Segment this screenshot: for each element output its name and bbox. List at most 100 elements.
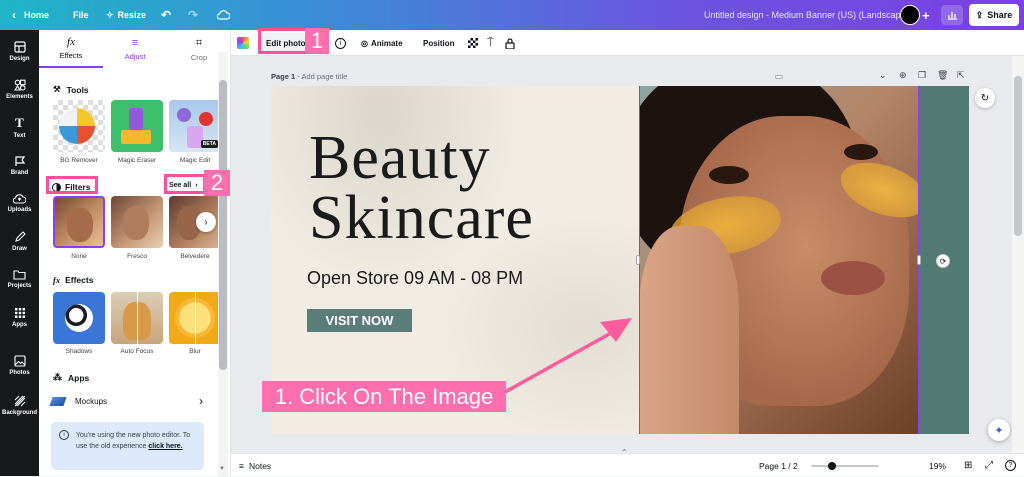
info-icon[interactable]: i — [335, 30, 346, 56]
chevron-left-icon: ‹ — [12, 8, 16, 22]
tool-magic-eraser[interactable] — [111, 100, 163, 152]
zoom-slider[interactable] — [811, 454, 879, 477]
rail-item-projects[interactable]: Projects — [0, 260, 39, 298]
redo-icon[interactable]: ↷ — [188, 0, 198, 30]
page-indicator[interactable]: Page 1 / 2 — [759, 454, 798, 477]
magic-assistant-icon[interactable]: ✦ — [988, 419, 1010, 441]
file-menu-button[interactable]: File — [73, 0, 89, 30]
collapse-page-icon[interactable]: ⌄ — [879, 70, 887, 81]
paint-roller-icon[interactable]: ⍑ — [487, 30, 494, 56]
scrollbar-thumb[interactable] — [219, 80, 227, 370]
tab-adjust[interactable]: ≡ Adjust — [103, 30, 167, 68]
selection-handle-top[interactable] — [775, 75, 783, 79]
add-page-icon[interactable]: ⇱ — [957, 70, 965, 81]
zoom-slider-knob[interactable] — [827, 461, 836, 470]
effect-blur[interactable] — [169, 292, 221, 344]
rail-item-design[interactable]: Design — [0, 32, 39, 70]
home-button[interactable]: ‹ Home — [12, 0, 49, 30]
see-all-highlight — [164, 174, 206, 194]
filter-label: Belvedere — [180, 253, 210, 260]
page-title-input[interactable]: - Add page title — [297, 72, 347, 81]
file-label: File — [73, 10, 89, 20]
tool-bg-remover[interactable] — [53, 100, 105, 152]
filter-belvedere[interactable]: › — [169, 196, 221, 248]
scroll-down-arrow-icon[interactable]: ▼ — [219, 466, 225, 472]
resize-button[interactable]: ✧ Resize — [106, 0, 146, 30]
rail-item-apps[interactable]: Apps — [0, 298, 39, 336]
tab-effects[interactable]: fx Effects — [39, 30, 103, 68]
effect-label: Auto Focus — [120, 348, 154, 355]
rail-item-brand[interactable]: Brand — [0, 146, 39, 184]
add-collaborator-icon[interactable]: + — [922, 0, 930, 30]
refresh-icon[interactable]: ↻ — [975, 88, 995, 108]
app-mockups[interactable]: Mockups › — [49, 392, 203, 410]
delete-page-icon[interactable]: 🗑 — [937, 70, 948, 81]
rail-label: Elements — [6, 93, 33, 100]
insights-icon[interactable] — [941, 5, 963, 25]
rail-item-photos[interactable]: Photos — [0, 346, 39, 384]
background-icon — [14, 395, 25, 406]
rail-item-text[interactable]: T Text — [0, 108, 39, 146]
rotate-handle-icon[interactable]: ⟳ — [936, 254, 950, 268]
grid-view-icon[interactable]: ⊞ — [964, 454, 972, 477]
position-button[interactable]: Position — [423, 30, 455, 56]
animate-button[interactable]: ◎ Animate — [361, 30, 403, 56]
transparency-icon[interactable] — [468, 30, 478, 56]
avatar[interactable] — [900, 0, 920, 30]
filter-none[interactable] — [53, 196, 105, 248]
fullscreen-icon[interactable]: ⤢ — [985, 454, 993, 477]
headline[interactable]: Beauty Skincare — [309, 124, 534, 249]
tool-label: BG Remover — [60, 157, 98, 164]
filter-fresco[interactable] — [111, 196, 163, 248]
old-editor-link[interactable]: click here. — [148, 443, 182, 450]
page-lock-icon[interactable]: ⊕ — [899, 70, 907, 81]
tool-label: Magic Eraser — [117, 157, 157, 164]
rail-label: Photos — [9, 369, 30, 376]
effect-label: Blur — [189, 348, 201, 355]
store-hours[interactable]: Open Store 09 AM - 08 PM — [307, 268, 523, 289]
selection-handle-right[interactable] — [917, 255, 921, 265]
headline-line-1: Beauty — [309, 124, 491, 192]
rail-label: Design — [9, 55, 30, 62]
edit-photo-highlight — [258, 28, 310, 54]
effect-auto-focus[interactable] — [111, 292, 163, 344]
rail-item-draw[interactable]: Draw — [0, 222, 39, 260]
next-arrow-icon[interactable]: › — [196, 212, 216, 232]
rail-item-uploads[interactable]: Uploads — [0, 184, 39, 222]
fx-icon: fx — [67, 36, 75, 48]
effect-shadows[interactable] — [53, 292, 105, 344]
help-icon[interactable]: ? — [1005, 454, 1016, 477]
visit-now-button[interactable]: VISIT NOW — [307, 309, 412, 332]
canvas-scrollbar[interactable] — [1012, 56, 1024, 452]
rail-item-background[interactable]: Background — [0, 386, 39, 424]
color-swatch-icon[interactable] — [237, 30, 249, 56]
beta-badge: BETA — [200, 140, 218, 148]
notes-button[interactable]: ≡ Notes — [239, 454, 271, 477]
zoom-level[interactable]: 19% — [929, 454, 946, 477]
animate-label: Animate — [370, 38, 403, 48]
share-button[interactable]: ⇪ Share — [969, 4, 1019, 26]
cloud-save-icon[interactable] — [217, 0, 230, 30]
panel-scrollbar[interactable]: ▼ — [218, 52, 228, 476]
position-label: Position — [423, 38, 455, 48]
duplicate-page-icon[interactable]: ❐ — [918, 70, 926, 81]
show-pages-chevron-icon[interactable]: ⌃ — [621, 448, 628, 457]
rail-label: Apps — [12, 321, 27, 328]
lock-icon[interactable] — [505, 30, 515, 56]
filters-highlight — [46, 176, 98, 194]
notes-icon: ≡ — [239, 460, 244, 471]
rail-item-elements[interactable]: Elements — [0, 70, 39, 108]
projects-icon — [13, 270, 26, 280]
effects-heading: fx Effects — [53, 275, 93, 285]
design-title[interactable]: Untitled design - Medium Banner (US) (La… — [704, 0, 909, 30]
photos-icon — [13, 354, 26, 367]
undo-icon[interactable]: ↶ — [161, 0, 171, 30]
step-2-badge: 2 — [204, 170, 230, 196]
tool-magic-edit[interactable]: BETA — [169, 100, 221, 152]
chevron-right-icon: › — [199, 394, 203, 408]
text-icon: T — [15, 115, 24, 130]
notes-label: Notes — [248, 460, 272, 471]
tools-title: Tools — [66, 84, 89, 95]
selection-handle-left[interactable] — [636, 255, 640, 265]
info-icon: i — [59, 430, 69, 440]
